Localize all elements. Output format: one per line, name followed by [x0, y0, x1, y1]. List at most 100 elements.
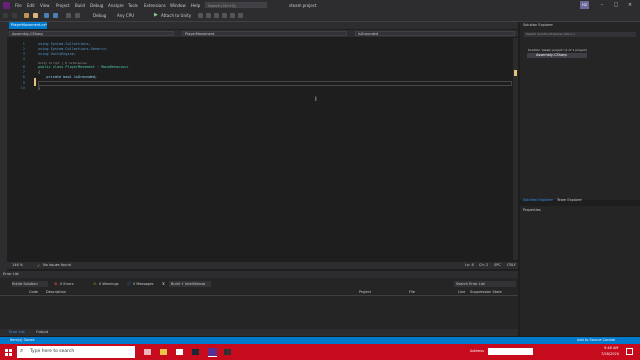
line-number: 3 [22, 52, 25, 56]
undo-icon[interactable] [66, 13, 71, 18]
properties-title: Properties [523, 208, 541, 212]
solution-search-input[interactable]: Search Solution Explorer (Ctrl+;) [524, 32, 636, 37]
issues-status[interactable]: No issues found [43, 263, 71, 267]
forward-icon[interactable] [12, 13, 17, 18]
warnings-filter[interactable]: 0 Warnings [99, 281, 119, 287]
menu-extensions[interactable]: Extensions [144, 3, 166, 8]
visual-studio-taskbar-icon[interactable] [208, 348, 217, 357]
column-description[interactable]: Description [46, 290, 66, 294]
member-dropdown[interactable]: isGrounded [355, 31, 515, 36]
back-icon[interactable] [3, 13, 8, 18]
save-all-icon[interactable] [53, 13, 58, 18]
new-project-icon[interactable] [24, 13, 29, 18]
status-message: Item(s) Saved [10, 338, 35, 342]
code-line: using System.Collections; [38, 42, 91, 46]
messages-filter[interactable]: 0 Messages [133, 281, 154, 287]
play-icon[interactable]: ▶ [154, 12, 158, 18]
menu-debug[interactable]: Debug [90, 3, 103, 8]
menu-analyze[interactable]: Analyze [108, 3, 124, 8]
line-ending-indicator[interactable]: CRLF [507, 263, 516, 267]
line-number: 7 [22, 70, 25, 74]
address-toolbar[interactable]: Address [470, 349, 484, 353]
errors-filter[interactable]: 0 Errors [60, 281, 74, 287]
tab-playermovement[interactable]: PlayerMovement.cs* [9, 22, 47, 29]
column-line[interactable]: Line [458, 290, 465, 294]
menu-window[interactable]: Window [170, 3, 186, 8]
line-number: 2 [22, 47, 25, 51]
tab-team-explorer[interactable]: Team Explorer [557, 198, 582, 202]
project-node[interactable]: Assembly-CSharp [536, 53, 567, 57]
editor-status-bar [7, 262, 518, 269]
column-project[interactable]: Project [359, 290, 371, 294]
clock-date[interactable]: 7/28/2020 [601, 352, 619, 356]
filter-icon[interactable]: ⊻ [162, 281, 165, 287]
clock-time[interactable]: 9:48 AM [604, 346, 618, 350]
line-number: 6 [22, 65, 25, 69]
open-folder-icon[interactable] [33, 13, 38, 18]
tab-error-list[interactable]: Error List [9, 330, 25, 334]
task-view-icon[interactable] [144, 349, 151, 355]
attach-button[interactable]: Attach to Unity [161, 13, 191, 18]
column-file[interactable]: File [409, 290, 415, 294]
menu-tools[interactable]: Tools [128, 3, 138, 8]
redo-icon[interactable] [75, 13, 80, 18]
code-line: using System.Collections.Generic; [38, 47, 108, 51]
toolbar-icon[interactable] [214, 13, 219, 18]
bottom-tab-strip [0, 329, 518, 336]
code-line: using UnityEngine; [38, 52, 76, 56]
close-icon[interactable]: × [624, 1, 636, 10]
code-line: } [38, 86, 41, 90]
file-explorer-icon[interactable] [160, 349, 167, 355]
menu-view[interactable]: View [40, 3, 50, 8]
toolbar-icon[interactable] [222, 13, 227, 18]
error-list-toolbar [0, 279, 518, 288]
menu-edit[interactable]: Edit [27, 3, 35, 8]
solution-node[interactable]: Solution 'steam project' (1 of 1 project… [528, 48, 587, 52]
code-editor[interactable] [7, 38, 518, 260]
avatar[interactable]: HZ [580, 1, 589, 9]
source-control-button[interactable]: Add to Source Control [577, 338, 615, 342]
build-dropdown[interactable]: Build + IntelliSense [169, 281, 211, 287]
notification-icon[interactable] [626, 348, 633, 355]
line-number: 9 [22, 81, 25, 85]
code-line: public class PlayerMovement : MonoBehavi… [38, 65, 129, 69]
tab-solution-explorer[interactable]: Solution Explorer [523, 198, 553, 202]
platform-dropdown[interactable]: Any CPU [117, 13, 134, 18]
steam-icon[interactable] [192, 349, 199, 355]
class-dropdown[interactable]: PlayerMovement [182, 31, 347, 36]
maximize-icon[interactable]: □ [610, 1, 622, 10]
menu-file[interactable]: File [15, 3, 22, 8]
address-input[interactable] [488, 348, 533, 355]
minimize-icon[interactable]: – [596, 1, 608, 10]
toolbar-icon[interactable] [230, 13, 235, 18]
column-suppression[interactable]: Suppression State [470, 290, 502, 294]
windows-start-icon[interactable] [0, 344, 16, 360]
check-icon: ✓ [37, 263, 41, 268]
spc-indicator: SPC [494, 263, 501, 267]
column-code[interactable]: Code [29, 290, 38, 294]
window-title: steam project [289, 3, 317, 8]
line-number: 4 [22, 57, 25, 61]
toolbar-icon[interactable] [198, 13, 203, 18]
scrollbar-marker [514, 70, 517, 76]
visual-studio-logo-icon [3, 2, 10, 9]
project-dropdown[interactable]: Assembly-CSharp [9, 31, 174, 36]
menu-project[interactable]: Project [56, 3, 70, 8]
search-input[interactable]: Search (Ctrl+Q) [205, 2, 267, 8]
menu-help[interactable]: Help [191, 3, 200, 8]
unity-icon[interactable] [224, 349, 231, 355]
scope-dropdown[interactable]: Entire Solution [12, 281, 48, 287]
taskbar-search-input[interactable]: Type here to search [17, 346, 135, 358]
menu-build[interactable]: Build [75, 3, 85, 8]
error-search-input[interactable]: Search Error List [454, 281, 516, 287]
config-dropdown[interactable]: Debug [93, 13, 106, 18]
line-number: 8 [22, 75, 25, 79]
browser-icon[interactable] [176, 349, 183, 355]
toolbar-icon[interactable] [206, 13, 211, 18]
zoom-level[interactable]: 146 % [12, 263, 23, 267]
search-icon: ⌕ [20, 347, 24, 354]
tab-output[interactable]: Output [36, 330, 48, 334]
toolbar-icon[interactable] [238, 13, 243, 18]
status-bar [0, 337, 640, 344]
save-icon[interactable] [44, 13, 49, 18]
